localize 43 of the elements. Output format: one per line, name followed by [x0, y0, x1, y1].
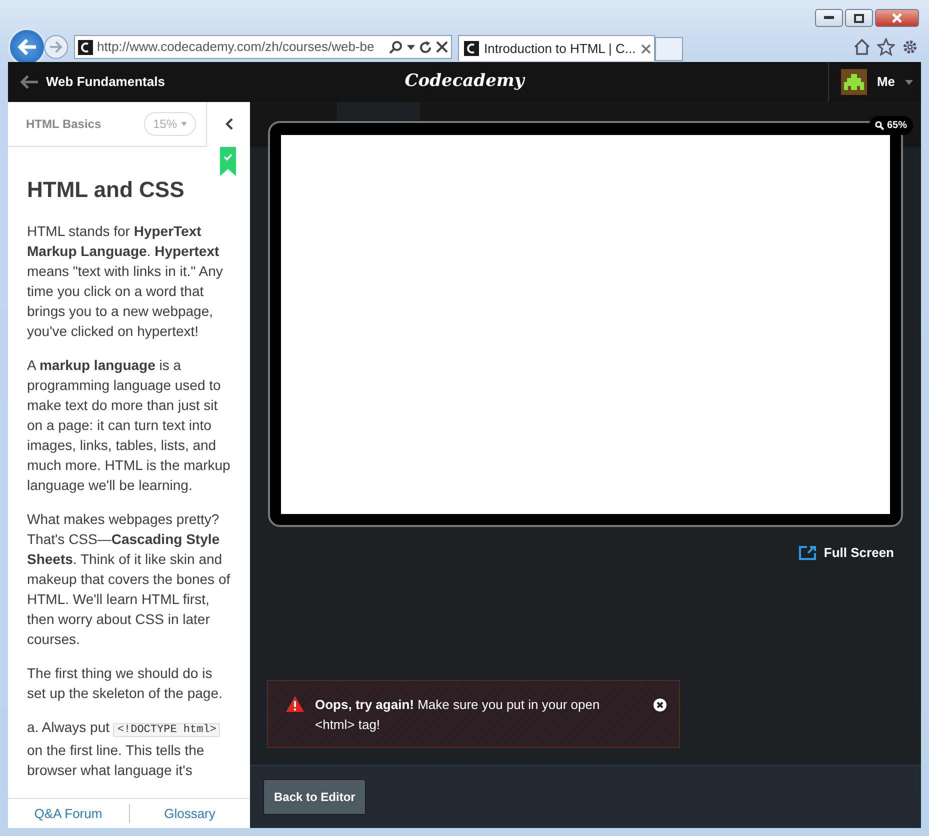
close-icon[interactable] [653, 698, 667, 712]
address-text: http://www.codecademy.com/zh/courses/web-be [97, 38, 376, 56]
avatar-icon [840, 69, 867, 95]
lesson-title: HTML and CSS [27, 177, 186, 204]
back-to-editor-button[interactable]: Back to Editor [263, 779, 366, 815]
back-arrow-icon [17, 38, 37, 56]
lesson-paragraph: What makes webpages pretty? That's CSS—Cascading Style Sheets. Think of it like skin and makeup that covers the bones of HTML. We'll learn HTML first, then worry about CSS in later courses. [27, 510, 232, 650]
settings-icon[interactable] [901, 38, 919, 56]
refresh-icon[interactable] [419, 40, 432, 54]
back-arrow-icon[interactable] [20, 75, 38, 89]
collapse-button[interactable] [206, 102, 250, 146]
close-icon [892, 13, 902, 23]
stop-icon[interactable] [436, 41, 448, 53]
lesson-paragraph: A markup language is a programming language used to make text do more than just sit on a page: it can turn text into images, links, tables, lists, and much more. HTML is the markup language we'll be learning. [27, 356, 232, 496]
address-bar[interactable]: http://www.codecademy.com/zh/courses/web-be [74, 35, 452, 59]
lesson-paragraph: The first thing we should do is set up the skeleton of the page. [27, 664, 224, 704]
lesson-paragraph: HTML stands for HyperText Markup Language. Hypertext means "text with links in it." Any time you click on a word that brings you to a new webpage, you've clicked on hypertext! [27, 222, 224, 342]
site-logo[interactable]: Codecademy [404, 69, 524, 95]
chevron-left-icon [224, 118, 232, 130]
caret-icon [181, 122, 187, 126]
course-link[interactable]: Web Fundamentals [46, 72, 165, 92]
search-icon [874, 121, 884, 130]
caret-icon [905, 80, 913, 84]
home-icon[interactable] [853, 38, 871, 56]
dropdown-caret-icon[interactable] [407, 44, 415, 50]
minimize-icon [824, 16, 834, 20]
search-icon[interactable] [389, 40, 403, 54]
maximize-button[interactable] [845, 9, 873, 27]
zoom-badge[interactable]: 65% [868, 116, 913, 135]
minimize-button[interactable] [815, 9, 843, 27]
warning-icon [285, 695, 305, 713]
browser-tab[interactable]: Introduction to HTML | C... [458, 35, 655, 61]
close-button[interactable] [875, 9, 919, 27]
unit-title: HTML Basics [26, 116, 102, 133]
site-favicon-icon [464, 41, 479, 56]
star-icon[interactable] [877, 38, 895, 56]
error-message: Oops, try again! Make sure you put in your open <html> tag! [315, 696, 601, 734]
expand-icon [798, 546, 816, 560]
forward-arrow-icon [49, 41, 63, 53]
footer-link[interactable]: Q&A Forum [8, 804, 128, 824]
maximize-icon [854, 14, 864, 22]
full-screen-button[interactable]: Full Screen [798, 543, 894, 562]
lesson-paragraph: a. Always put <!DOCTYPE html> on the first line. This tells the browser what language it's [27, 717, 232, 780]
